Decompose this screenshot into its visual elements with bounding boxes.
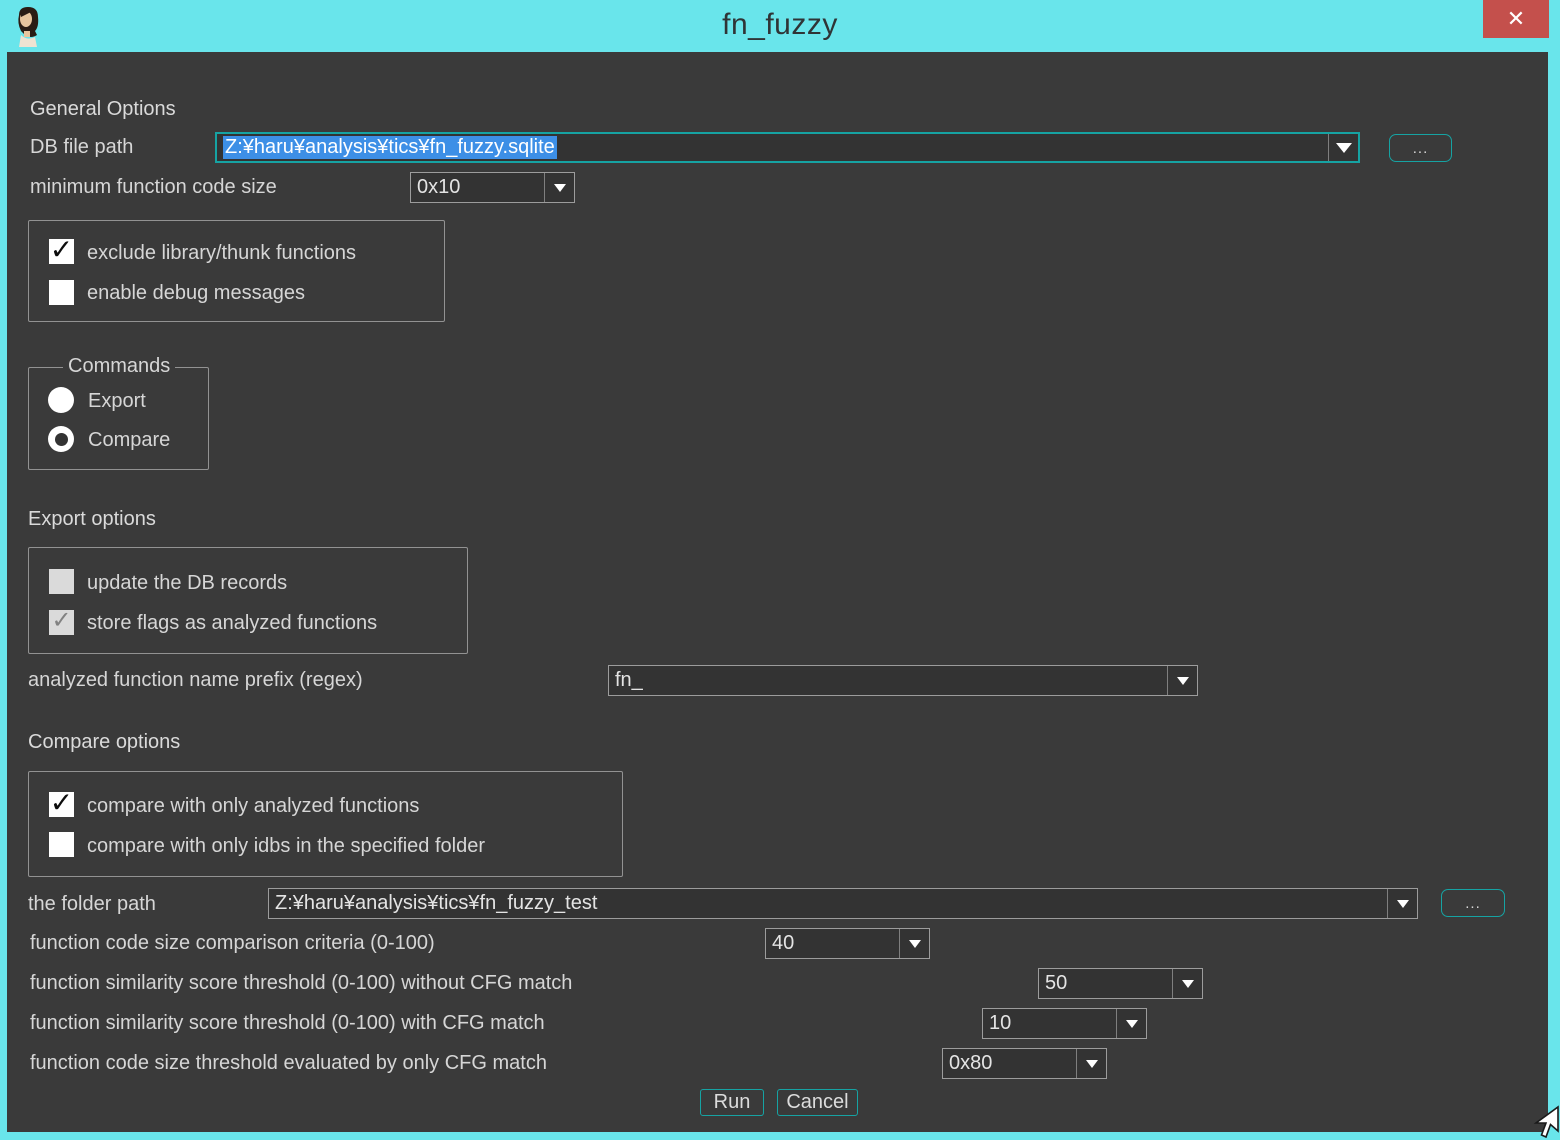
compare-idbs-checkbox[interactable] — [49, 832, 74, 857]
enable-debug-label: enable debug messages — [87, 282, 305, 305]
compare-checkbox-group: ✓ compare with only analyzed functions c… — [28, 771, 623, 877]
general-checkbox-group: ✓ exclude library/thunk functions enable… — [28, 220, 445, 322]
radio-dot-icon — [55, 433, 68, 446]
compare-radio-label: Compare — [88, 429, 170, 452]
db-file-path-combo[interactable]: Z:¥haru¥analysis¥tics¥fn_fuzzy.sqlite — [215, 132, 1360, 163]
sim-without-cfg-dropdown[interactable] — [1172, 969, 1202, 998]
compare-analyzed-checkbox[interactable]: ✓ — [49, 792, 74, 817]
export-radio[interactable] — [48, 387, 74, 413]
general-options-heading: General Options — [30, 98, 176, 121]
commands-legend: Commands — [63, 355, 175, 378]
enable-debug-checkbox[interactable] — [49, 280, 74, 305]
chevron-down-icon — [909, 940, 921, 948]
sim-without-cfg-label: function similarity score threshold (0-1… — [30, 972, 572, 995]
run-button[interactable]: Run — [700, 1089, 764, 1116]
size-threshold-cfg-combo[interactable]: 0x80 — [942, 1048, 1107, 1079]
criteria-dropdown[interactable] — [899, 929, 929, 958]
min-code-size-combo[interactable]: 0x10 — [410, 172, 575, 203]
prefix-combo[interactable]: fn_ — [608, 665, 1198, 696]
store-flags-checkbox[interactable]: ✓ — [49, 610, 74, 635]
folder-path-dropdown[interactable] — [1387, 889, 1417, 918]
min-code-size-label: minimum function code size — [30, 176, 277, 199]
size-threshold-cfg-dropdown[interactable] — [1076, 1049, 1106, 1078]
db-file-path-label: DB file path — [30, 136, 133, 159]
sim-without-cfg-combo[interactable]: 50 — [1038, 968, 1203, 999]
export-checkbox-group: update the DB records ✓ store flags as a… — [28, 547, 468, 654]
folder-path-label: the folder path — [28, 893, 156, 916]
chevron-down-icon — [1126, 1020, 1138, 1028]
fn-fuzzy-dialog: fn_fuzzy ✕ General Options DB file path … — [0, 0, 1560, 1140]
close-button[interactable]: ✕ — [1483, 0, 1549, 38]
titlebar[interactable]: fn_fuzzy ✕ — [0, 0, 1560, 52]
size-threshold-cfg-label: function code size threshold evaluated b… — [30, 1052, 547, 1075]
chevron-down-icon — [1177, 677, 1189, 685]
compare-radio[interactable] — [48, 426, 74, 452]
chevron-down-icon — [1397, 900, 1409, 908]
chevron-down-icon — [1182, 980, 1194, 988]
db-file-path-value[interactable]: Z:¥haru¥analysis¥tics¥fn_fuzzy.sqlite — [223, 136, 557, 159]
folder-path-browse-button[interactable]: ... — [1441, 889, 1505, 917]
check-icon: ✓ — [50, 793, 73, 813]
sim-with-cfg-dropdown[interactable] — [1116, 1009, 1146, 1038]
criteria-value[interactable]: 40 — [766, 929, 899, 958]
dialog-body: General Options DB file path Z:¥haru¥ana… — [7, 52, 1548, 1132]
db-file-path-dropdown[interactable] — [1328, 134, 1358, 161]
prefix-value[interactable]: fn_ — [609, 666, 1167, 695]
folder-path-combo[interactable]: Z:¥haru¥analysis¥tics¥fn_fuzzy_test — [268, 888, 1418, 919]
check-icon: ✓ — [50, 240, 73, 260]
exclude-library-label: exclude library/thunk functions — [87, 242, 356, 265]
cancel-button[interactable]: Cancel — [777, 1089, 858, 1116]
commands-group: Commands Export Compare — [28, 367, 209, 470]
store-flags-label: store flags as analyzed functions — [87, 612, 377, 635]
sim-with-cfg-label: function similarity score threshold (0-1… — [30, 1012, 545, 1035]
sim-with-cfg-value[interactable]: 10 — [983, 1009, 1116, 1038]
sim-with-cfg-combo[interactable]: 10 — [982, 1008, 1147, 1039]
folder-path-value[interactable]: Z:¥haru¥analysis¥tics¥fn_fuzzy_test — [269, 889, 1387, 918]
mouse-cursor-icon — [1528, 1105, 1560, 1139]
export-radio-label: Export — [88, 390, 146, 413]
prefix-label: analyzed function name prefix (regex) — [28, 669, 363, 692]
close-icon: ✕ — [1507, 6, 1525, 32]
criteria-label: function code size comparison criteria (… — [30, 932, 435, 955]
sim-without-cfg-value[interactable]: 50 — [1039, 969, 1172, 998]
compare-options-heading: Compare options — [28, 731, 180, 754]
window-title: fn_fuzzy — [0, 8, 1560, 42]
size-threshold-cfg-value[interactable]: 0x80 — [943, 1049, 1076, 1078]
chevron-down-icon — [1086, 1060, 1098, 1068]
criteria-combo[interactable]: 40 — [765, 928, 930, 959]
exclude-library-checkbox[interactable]: ✓ — [49, 239, 74, 264]
compare-analyzed-label: compare with only analyzed functions — [87, 795, 419, 818]
compare-idbs-label: compare with only idbs in the specified … — [87, 835, 485, 858]
prefix-dropdown[interactable] — [1167, 666, 1197, 695]
export-options-heading: Export options — [28, 508, 156, 531]
chevron-down-icon — [554, 184, 566, 192]
min-code-size-value[interactable]: 0x10 — [411, 173, 544, 202]
chevron-down-icon — [1336, 143, 1352, 153]
check-icon: ✓ — [51, 611, 71, 631]
update-db-records-checkbox[interactable] — [49, 569, 74, 594]
update-db-records-label: update the DB records — [87, 572, 287, 595]
db-file-path-browse-button[interactable]: ... — [1389, 134, 1452, 162]
min-code-size-dropdown[interactable] — [544, 173, 574, 202]
